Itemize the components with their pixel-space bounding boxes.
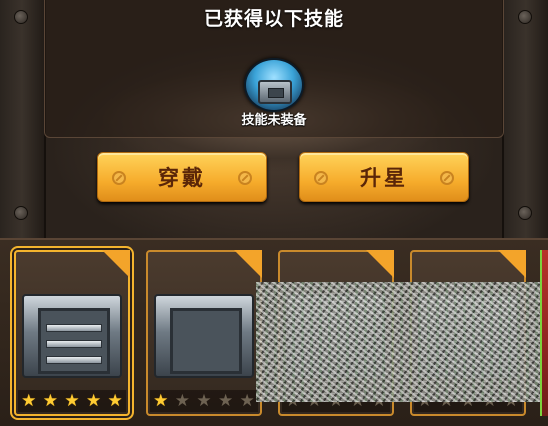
card-art-rung: [46, 340, 102, 348]
no-entry-icon: [112, 171, 126, 185]
no-entry-icon: [238, 171, 252, 185]
card-corner-tag: [102, 250, 130, 278]
bolt-icon: [518, 206, 532, 220]
card-corner-tag: [234, 250, 262, 278]
skill-card-2[interactable]: ★ ★ ★ ★ ★: [146, 250, 262, 416]
pixelated-overlay: [256, 282, 542, 402]
star-empty-icon: ★: [217, 390, 234, 411]
armor-plate-icon: [154, 294, 254, 378]
skill-icon-art: [258, 80, 292, 104]
armor-plate-icon[interactable]: [244, 58, 304, 112]
skill-card-5-partial[interactable]: [540, 250, 548, 416]
upgrade-star-button[interactable]: 升星: [299, 152, 469, 202]
card-corner-tag: [366, 250, 394, 278]
bolt-icon: [14, 206, 28, 220]
card-art-frame: [170, 308, 242, 374]
star-filled-icon: ★: [64, 390, 80, 411]
left-pillar: [0, 0, 46, 240]
star-filled-icon: ★: [153, 390, 169, 411]
star-filled-icon: ★: [85, 390, 102, 411]
skill-status-label: 技能未装备: [241, 113, 307, 128]
panel-title: 已获得以下技能: [203, 8, 344, 30]
right-pillar: [502, 0, 548, 240]
star-empty-icon: ★: [196, 390, 212, 411]
card-corner-tag: [498, 250, 526, 278]
star-empty-icon: ★: [239, 390, 255, 411]
star-rating: ★★★★★: [18, 390, 126, 412]
no-entry-icon: [314, 171, 328, 185]
wear-button[interactable]: 穿戴: [97, 152, 267, 202]
star-filled-icon: ★: [42, 390, 59, 411]
star-empty-icon: ★: [174, 390, 191, 411]
card-art-rung: [46, 356, 102, 364]
star-rating: ★★★★★: [150, 390, 258, 412]
armor-plate-icon: [22, 294, 122, 378]
skill-card-1[interactable]: ★ ★ ★ ★ ★: [14, 250, 130, 416]
card-art-rung: [46, 324, 102, 332]
no-entry-icon: [440, 171, 454, 185]
wear-button-label: 穿戴: [158, 166, 206, 190]
upgrade-star-button-label: 升星: [360, 166, 408, 190]
star-filled-icon: ★: [107, 390, 123, 411]
star-filled-icon: ★: [21, 390, 37, 411]
